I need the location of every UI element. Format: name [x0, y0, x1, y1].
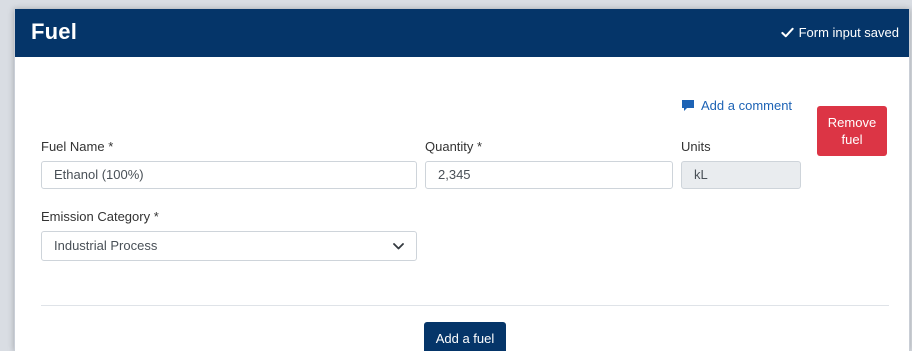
- card-body: Add a comment Remove fuel Fuel Name * Et…: [15, 57, 909, 351]
- remove-fuel-label-line2: fuel: [841, 132, 863, 147]
- section-divider: [41, 305, 889, 306]
- comment-icon: [682, 100, 694, 111]
- remove-fuel-label-line1: Remove: [827, 115, 877, 130]
- units-field: kL: [681, 161, 801, 189]
- quantity-value: 2,345: [438, 167, 471, 182]
- fuel-name-input[interactable]: Ethanol (100%): [41, 161, 417, 189]
- save-status: Form input saved: [780, 25, 899, 40]
- add-comment-label: Add a comment: [701, 98, 793, 113]
- remove-fuel-button[interactable]: Remove fuel: [817, 106, 887, 156]
- quantity-label: Quantity *: [425, 139, 483, 154]
- page-title: Fuel: [31, 19, 78, 44]
- emission-category-value: Industrial Process: [54, 238, 158, 253]
- units-value: kL: [694, 167, 708, 182]
- card-header: Fuel Form input saved: [15, 9, 909, 57]
- quantity-input[interactable]: 2,345: [425, 161, 673, 189]
- check-icon: [780, 27, 794, 38]
- fuel-name-value: Ethanol (100%): [54, 167, 144, 182]
- add-comment-link[interactable]: Add a comment: [681, 98, 792, 113]
- fuel-card: Fuel Form input saved Add a comment Remo…: [14, 9, 910, 351]
- save-status-text: Form input saved: [798, 25, 899, 40]
- emission-category-label: Emission Category *: [41, 209, 159, 224]
- fuel-name-label: Fuel Name *: [41, 139, 114, 154]
- units-label: Units: [681, 139, 711, 154]
- emission-category-select[interactable]: Industrial Process: [41, 231, 417, 261]
- chevron-down-icon: [393, 242, 404, 249]
- add-fuel-button[interactable]: Add a fuel: [424, 322, 506, 351]
